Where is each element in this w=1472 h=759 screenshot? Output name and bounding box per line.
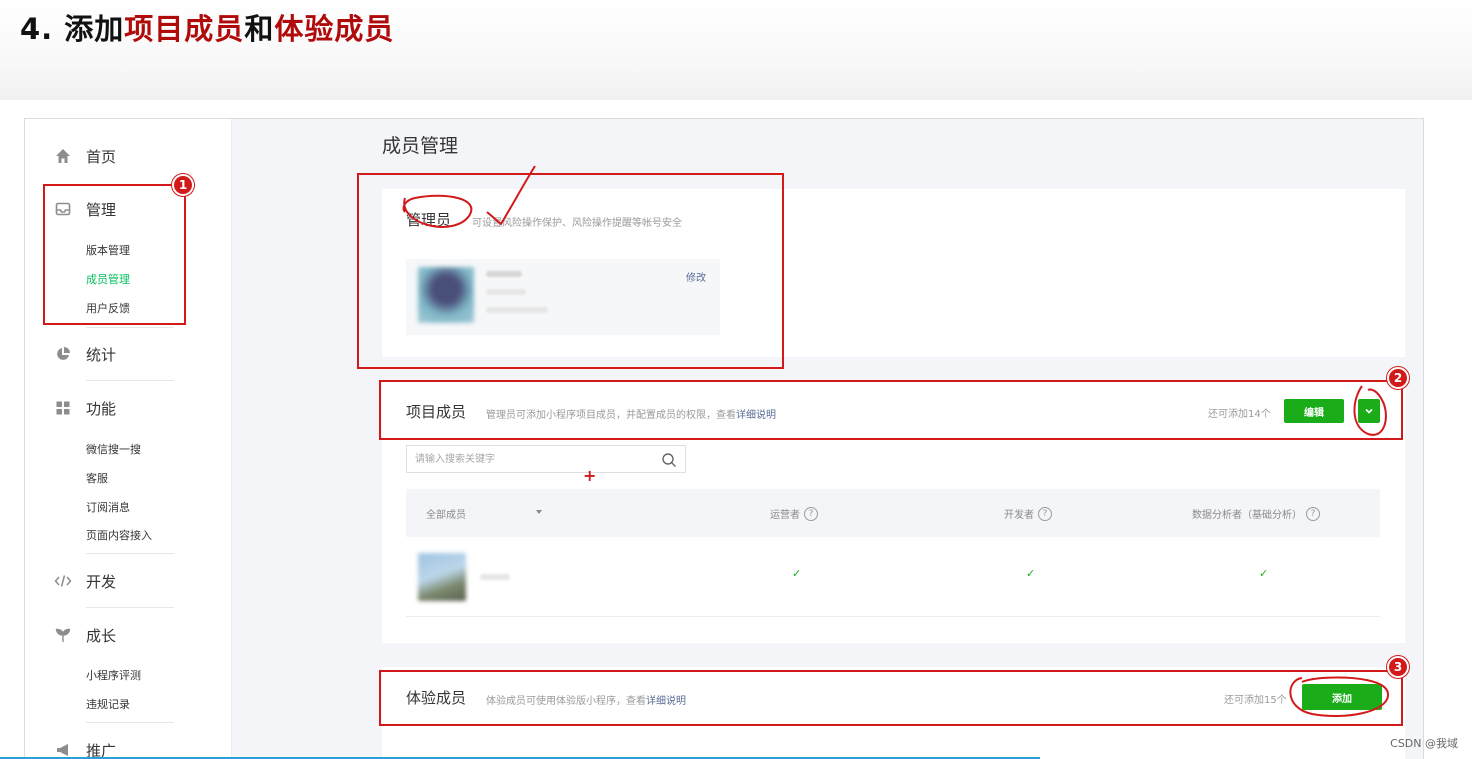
edit-members-button[interactable]: 编辑 [1284, 399, 1344, 423]
sidebar-divider [86, 553, 174, 554]
check-icon: ✓ [1259, 567, 1269, 580]
sidebar-subitem-page-content[interactable]: 页面内容接入 [86, 527, 152, 543]
sidebar-divider [86, 380, 174, 381]
tester-quota: 还可添加15个 [1224, 695, 1287, 706]
watermark: CSDN @我域 [1390, 737, 1458, 750]
project-details-link[interactable]: 详细说明 [736, 410, 776, 421]
sidebar-subitem-customer-service[interactable]: 客服 [86, 470, 108, 486]
inbox-icon [54, 200, 72, 218]
code-icon [54, 572, 72, 590]
sidebar-item-stats[interactable]: 统计 [54, 342, 116, 366]
admin-member-card: 修改 [406, 259, 720, 335]
project-members-header: 项目成员 管理员可添加小程序项目成员，并配置成员的权限，查看详细说明 还可添加1… [382, 381, 1405, 439]
grid-icon [54, 399, 72, 417]
help-icon[interactable]: ? [1306, 506, 1320, 521]
expand-button[interactable] [1358, 399, 1380, 423]
check-icon: ✓ [1026, 567, 1036, 580]
sidebar-subitem-review[interactable]: 小程序评测 [86, 667, 141, 683]
page-title: 成员管理 [382, 135, 459, 157]
sidebar-subitem-subscribe[interactable]: 订阅消息 [86, 499, 130, 515]
pie-chart-icon [54, 345, 72, 363]
project-members-desc: 管理员可添加小程序项目成员，并配置成员的权限，查看详细说明 [486, 410, 776, 421]
tester-desc: 体验成员可使用体验版小程序，查看详细说明 [486, 696, 686, 707]
member-avatar [418, 553, 466, 601]
sidebar-subitem-feedback[interactable]: 用户反馈 [86, 300, 130, 316]
search-icon[interactable] [661, 452, 677, 468]
sidebar-divider [86, 722, 174, 723]
chevron-down-icon [1365, 408, 1373, 414]
member-search[interactable] [406, 445, 686, 473]
slide-title: 4. 添加项目成员和体验成员 [20, 12, 395, 46]
admin-card: 管理员 可设置风险操作保护、风险操作提醒等帐号安全 修改 [382, 189, 1405, 357]
app-screenshot: 首页 管理 版本管理 成员管理 用户反馈 统计 功能 微信搜一搜 客服 订阅消息 [24, 118, 1424, 759]
project-members-title: 项目成员 [406, 403, 467, 421]
sidebar-subitem-version[interactable]: 版本管理 [86, 242, 130, 258]
sprout-icon [54, 626, 72, 644]
project-quota: 还可添加14个 [1208, 409, 1271, 420]
sidebar-item-home[interactable]: 首页 [54, 144, 116, 168]
admin-desc: 可设置风险操作保护、风险操作提醒等帐号安全 [472, 218, 682, 229]
annotation-badge-3: 3 [1387, 656, 1409, 678]
col-developer: 开发者? [1004, 506, 1052, 521]
add-tester-button[interactable]: 添加 [1302, 684, 1382, 710]
sidebar-subitem-members[interactable]: 成员管理 [86, 271, 130, 287]
admin-avatar [418, 267, 474, 323]
project-members-card: 项目成员 管理员可添加小程序项目成员，并配置成员的权限，查看详细说明 还可添加1… [382, 381, 1405, 643]
admin-name-blurred [486, 271, 522, 277]
slide-header: 4. 添加项目成员和体验成员 [0, 0, 1472, 100]
annotation-badge-1: 1 [172, 174, 194, 196]
sidebar-divider [86, 327, 174, 328]
admin-date-blurred [486, 307, 548, 313]
sidebar-item-dev[interactable]: 开发 [54, 569, 116, 593]
tester-card: 体验成员 体验成员可使用体验版小程序，查看详细说明 还可添加15个 添加 [382, 667, 1405, 759]
admin-edit-link[interactable]: 修改 [686, 269, 706, 284]
table-row: ✓ ✓ ✓ [406, 537, 1380, 617]
sidebar-item-promote[interactable]: 推广 [54, 738, 116, 759]
project-members-body: 全部成员 运营者? 开发者? 数据分析者（基础分析）? ✓ ✓ ✓ [382, 439, 1405, 643]
tester-details-link[interactable]: 详细说明 [646, 696, 686, 707]
sidebar-divider [86, 607, 174, 608]
member-name-blurred [480, 574, 510, 580]
help-icon[interactable]: ? [804, 506, 818, 521]
annotation-badge-2: 2 [1387, 367, 1409, 389]
admin-id-blurred [486, 289, 526, 295]
sidebar-item-growth[interactable]: 成长 [54, 623, 116, 647]
col-all-members[interactable]: 全部成员 [426, 506, 466, 521]
home-icon [54, 147, 72, 165]
tester-title: 体验成员 [406, 689, 467, 707]
sidebar: 首页 管理 版本管理 成员管理 用户反馈 统计 功能 微信搜一搜 客服 订阅消息 [25, 119, 231, 759]
search-input[interactable] [407, 446, 647, 472]
members-table-header: 全部成员 运营者? 开发者? 数据分析者（基础分析）? [406, 489, 1380, 537]
col-analyst: 数据分析者（基础分析）? [1192, 506, 1320, 521]
admin-title: 管理员 [406, 211, 452, 229]
check-icon: ✓ [792, 567, 802, 580]
sidebar-item-manage[interactable]: 管理 [54, 197, 116, 221]
sidebar-subitem-violations[interactable]: 违规记录 [86, 696, 130, 712]
sidebar-item-features[interactable]: 功能 [54, 396, 116, 420]
dropdown-caret-icon[interactable] [536, 510, 542, 514]
help-icon[interactable]: ? [1038, 506, 1052, 521]
main-content: 成员管理 管理员 可设置风险操作保护、风险操作提醒等帐号安全 修改 项目成员 管… [231, 119, 1423, 759]
col-operator: 运营者? [770, 506, 818, 521]
sidebar-subitem-wechat-search[interactable]: 微信搜一搜 [86, 441, 141, 457]
